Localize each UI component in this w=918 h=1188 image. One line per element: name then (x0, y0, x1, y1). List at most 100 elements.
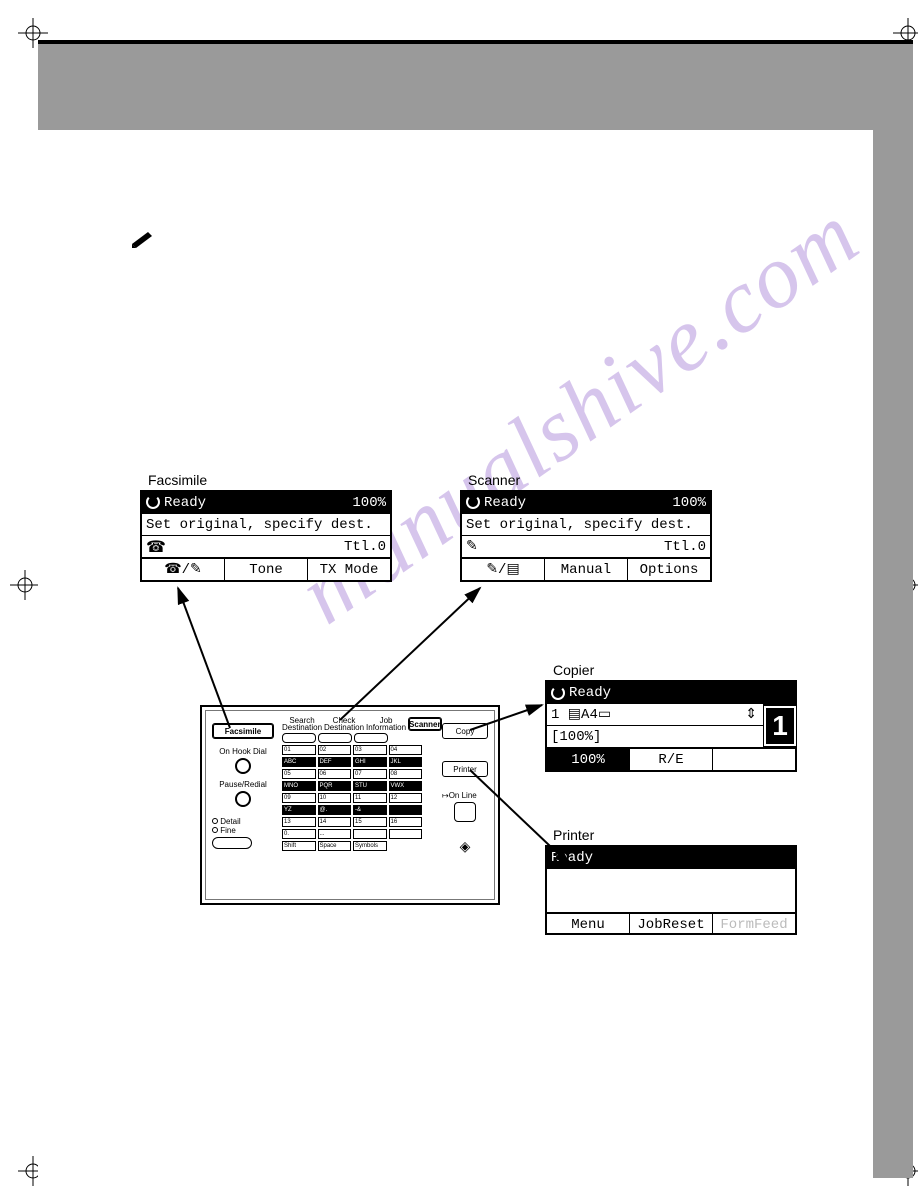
scanner-dest-icon: ✎ (466, 538, 478, 555)
copier-lcd: Copier Ready 1 ▤A4▭ ⇕ [100%] 100% R/E 1 (545, 680, 797, 772)
printer-blank-area (547, 869, 795, 913)
panel-online-label: On Line (449, 791, 477, 800)
mode-diagram: Facsimile Ready 100% Set original, speci… (130, 470, 800, 990)
panel-quickdial-key[interactable]: 05 (282, 769, 316, 779)
panel-quickdial-key[interactable] (353, 829, 387, 839)
panel-quickdial-key[interactable]: 01 (282, 745, 316, 755)
printer-status-row: Ready (547, 847, 795, 869)
panel-quickdial-key[interactable]: STU (353, 781, 387, 791)
copier-title: Copier (553, 662, 594, 678)
facsimile-title: Facsimile (148, 472, 207, 488)
copier-softkeys: 100% R/E (547, 748, 795, 770)
facsimile-percent: 100% (352, 495, 386, 511)
data-in-icon: ◈ (442, 838, 488, 855)
printer-softkeys: Menu JobReset FormFeed (547, 913, 795, 935)
copier-scale: [100%] (547, 726, 795, 748)
scanner-instruction: Set original, specify dest. (462, 514, 710, 536)
copier-paper-size: A4 (581, 707, 598, 723)
scanner-lcd: Scanner Ready 100% Set original, specify… (460, 490, 712, 582)
facsimile-instruction: Set original, specify dest. (142, 514, 390, 536)
printer-btn-jobreset[interactable]: JobReset (630, 913, 713, 935)
panel-quickdial-key[interactable]: 10 (318, 793, 352, 803)
panel-job-info-button[interactable] (354, 733, 388, 743)
panel-quickdial-key[interactable]: 13 (282, 817, 316, 827)
panel-quickdial-shift-key[interactable]: Symbols (353, 841, 387, 851)
panel-quickdial-shift-key[interactable]: Space (318, 841, 352, 851)
printer-btn-menu[interactable]: Menu (547, 913, 630, 935)
panel-quickdial-key[interactable]: @. (318, 805, 352, 815)
panel-quickdial-key[interactable]: 16 (389, 817, 423, 827)
facsimile-btn-switch[interactable]: ☎/✎ (142, 558, 225, 580)
panel-quickdial-shift-key[interactable]: Shift (282, 841, 316, 851)
led-icon (212, 827, 218, 833)
panel-printer-button[interactable]: Printer (442, 761, 488, 777)
printer-btn-formfeed[interactable]: FormFeed (713, 913, 795, 935)
facsimile-total: Ttl.0 (344, 539, 386, 555)
copier-btn-100[interactable]: 100% (547, 748, 630, 770)
facsimile-btn-tone[interactable]: Tone (225, 558, 308, 580)
copier-status-row: Ready (547, 682, 795, 704)
panel-resolution-button[interactable] (212, 837, 252, 849)
control-panel: Facsimile On Hook Dial Pause/Redial Deta… (200, 705, 500, 905)
panel-quickdial-key[interactable] (389, 829, 423, 839)
panel-quickdial-key[interactable]: ABC (282, 757, 316, 767)
scanner-status: Ready (484, 495, 526, 511)
panel-onhook-button[interactable] (235, 758, 251, 774)
panel-quickdial-key[interactable]: 12 (389, 793, 423, 803)
copier-btn-re[interactable]: R/E (630, 748, 713, 770)
scanner-btn-switch[interactable]: ✎/▤ (462, 558, 545, 580)
scanner-status-row: Ready 100% (462, 492, 710, 514)
panel-quickdial-key[interactable]: YZ (282, 805, 316, 815)
panel-quickdial-key[interactable]: PQR (318, 781, 352, 791)
ready-icon (466, 495, 480, 509)
panel-quickdial-key[interactable]: MNO (282, 781, 316, 791)
panel-quickdial-key[interactable]: DEF (318, 757, 352, 767)
panel-copy-button[interactable]: Copy (442, 723, 488, 739)
copier-arrows: ⇕ (745, 706, 757, 723)
panel-quickdial-key[interactable]: 04 (389, 745, 423, 755)
panel-quickdial-key[interactable]: 09 (282, 793, 316, 803)
panel-check-dest-button[interactable] (318, 733, 352, 743)
panel-quickdial-key[interactable] (389, 805, 423, 815)
panel-quickdial-key[interactable]: 08 (389, 769, 423, 779)
panel-quickdial-key[interactable]: 02 (318, 745, 352, 755)
scanner-btn-options[interactable]: Options (628, 558, 710, 580)
printer-status: Ready (551, 850, 593, 866)
scanner-dest-row: ✎ Ttl.0 (462, 536, 710, 558)
facsimile-btn-txmode[interactable]: TX Mode (308, 558, 390, 580)
panel-job-info-label: Job Information (366, 717, 406, 731)
panel-facsimile-button[interactable]: Facsimile (212, 723, 274, 739)
ready-icon (146, 495, 160, 509)
crop-mark-ml (10, 570, 40, 600)
copier-paper-row: 1 ▤A4▭ ⇕ (547, 704, 795, 726)
panel-search-dest-button[interactable] (282, 733, 316, 743)
ready-icon (551, 686, 565, 700)
panel-quickdial-key[interactable]: 11 (353, 793, 387, 803)
page-frame-right (873, 40, 913, 1178)
scanner-btn-manual[interactable]: Manual (545, 558, 628, 580)
led-icon (212, 818, 218, 824)
panel-quickdial-key[interactable]: 07 (353, 769, 387, 779)
panel-quickdial-key[interactable]: 03 (353, 745, 387, 755)
panel-check-dest-label: Check Destination (324, 717, 364, 731)
panel-quickdial-key[interactable]: 06 (318, 769, 352, 779)
copier-tray-num: 1 (551, 707, 559, 723)
panel-quickdial-key[interactable]: 0. (282, 829, 316, 839)
panel-quickdial-grid: 01020304 ABCDEFGHIJKL 05060708 MNOPQRSTUVWX… (282, 745, 422, 851)
panel-quickdial-key[interactable]: 15 (353, 817, 387, 827)
panel-fine-label: Fine (220, 826, 236, 835)
facsimile-dest-row: ☎ Ttl.0 (142, 536, 390, 558)
panel-scanner-button[interactable]: Scanner (408, 717, 442, 731)
panel-quickdial-key[interactable]: ... (318, 829, 352, 839)
panel-pauseredial-button[interactable] (235, 791, 251, 807)
panel-detail-label: Detail (220, 817, 240, 826)
phone-icon: ☎ (146, 537, 166, 557)
panel-quickdial-key[interactable]: 14 (318, 817, 352, 827)
panel-quickdial-key[interactable]: -& (353, 805, 387, 815)
copier-status: Ready (569, 685, 611, 701)
panel-quickdial-key[interactable]: JKL (389, 757, 423, 767)
panel-quickdial-key[interactable]: GHI (353, 757, 387, 767)
copier-btn-blank[interactable] (713, 748, 795, 770)
panel-quickdial-key[interactable]: VWX (389, 781, 423, 791)
panel-online-button[interactable] (454, 802, 476, 822)
